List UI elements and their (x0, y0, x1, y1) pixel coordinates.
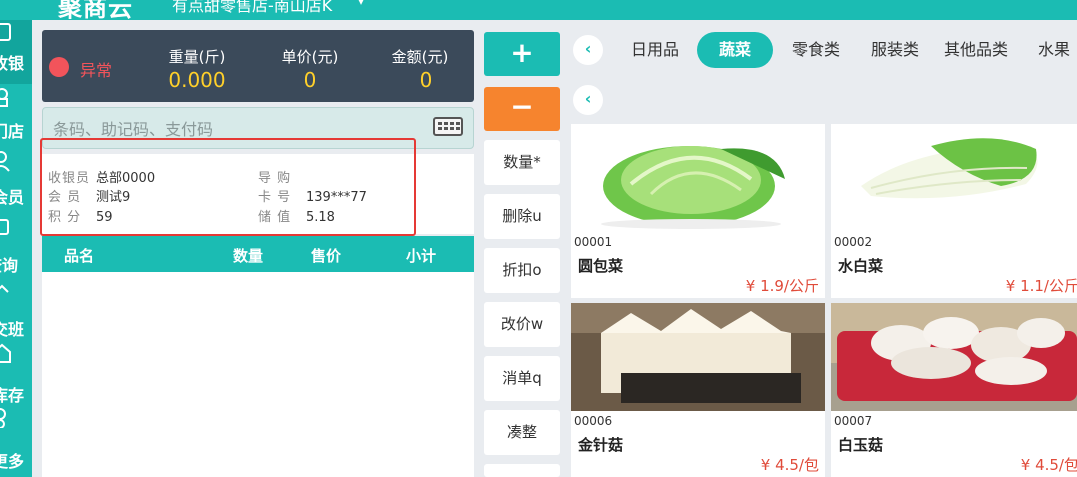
card-row: 卡 号 139***77 (258, 186, 367, 205)
col-name: 品名 (64, 247, 95, 265)
enoki-image (571, 303, 825, 411)
balance-value: 5.18 (306, 210, 335, 225)
discount-button[interactable]: 折扣o (484, 248, 560, 293)
nav-label: 更多 (0, 452, 25, 471)
col-price: 售价 (311, 247, 342, 265)
member-icon (0, 151, 10, 172)
tab-snacks[interactable]: 零食类 (786, 32, 846, 68)
points-row: 积 分 59 (48, 206, 113, 225)
delete-button[interactable]: 删除u (484, 194, 560, 239)
points-key: 积 分 (48, 210, 82, 225)
more-icon (0, 408, 6, 428)
more-action-button[interactable] (484, 464, 560, 477)
product-price: ¥ 4.5/包 (1020, 456, 1077, 474)
store-name[interactable]: 有点甜零售店-南山店K (172, 0, 332, 16)
nav-item-store[interactable]: 门店 (0, 84, 32, 148)
weight-label: 重量(斤) (168, 48, 226, 66)
reduce-quantity-button[interactable]: − (484, 87, 560, 131)
member-key: 会 员 (48, 190, 82, 205)
search-query-icon (0, 219, 9, 235)
guide-row[interactable]: 导 购 (258, 167, 306, 186)
tab-daily-goods[interactable]: 日用品 (625, 32, 685, 68)
product-code: 00001 (574, 235, 613, 249)
checkout-icon (0, 23, 11, 41)
nav-item-inventory[interactable]: 库存 (0, 340, 32, 405)
nav-label: 查询 (0, 256, 19, 275)
nav-item-more[interactable]: 更多 (0, 404, 32, 471)
cashier-row: 收银员 总部0000 (48, 167, 155, 186)
chevron-left-icon[interactable]: ‹ (573, 35, 603, 65)
product-card[interactable]: 00001 圆包菜 ¥ 1.9/公斤 (571, 124, 825, 298)
balance-key: 储 值 (258, 210, 292, 225)
product-code: 00006 (574, 414, 613, 428)
cabbage-image (601, 146, 785, 229)
member-row: 会 员测试9 (48, 186, 130, 205)
nav-label: 门店 (0, 122, 25, 141)
nav-item-checkout[interactable]: 收银 (0, 20, 32, 84)
tab-vegetables[interactable]: 蔬菜 (697, 32, 773, 68)
store-icon (0, 88, 8, 107)
product-name: 白玉菇 (838, 436, 884, 454)
tab-other[interactable]: 其他品类 (940, 32, 1012, 68)
product-name: 金针菇 (578, 436, 624, 454)
card-value: 139***77 (306, 190, 367, 205)
inventory-icon (0, 343, 11, 363)
product-card[interactable]: 00002 水白菜 ¥ 1.1/公斤 (831, 124, 1077, 298)
cart-table-body (42, 272, 474, 477)
nav-label: 会员 (0, 188, 25, 207)
nav-item-member[interactable]: 会员 (0, 148, 32, 212)
change-price-button[interactable]: 改价w (484, 302, 560, 347)
balance-row: 储 值 5.18 (258, 206, 335, 225)
points-value: 59 (96, 210, 113, 225)
nav-label: 交班 (0, 320, 25, 339)
nav-item-shift[interactable]: 交班 (0, 276, 32, 340)
product-price: ¥ 1.1/公斤 (1005, 277, 1077, 295)
barcode-search-input[interactable] (53, 118, 413, 140)
nav-label: 收银 (0, 54, 25, 73)
cancel-order-button[interactable]: 消单q (484, 356, 560, 401)
shift-icon (0, 284, 9, 293)
tab-fruit[interactable]: 水果 (1032, 32, 1076, 68)
weight-value: 0.000 (168, 68, 226, 92)
member-value: 测试9 (96, 190, 131, 205)
product-card[interactable]: 00007 白玉菇 ¥ 4.5/包 (831, 303, 1077, 477)
white-mushroom-image (831, 303, 1077, 411)
product-name: 圆包菜 (578, 257, 624, 275)
cashier-value: 总部0000 (96, 171, 156, 186)
product-price: ¥ 4.5/包 (760, 456, 819, 474)
cashier-key: 收银员 (48, 171, 91, 186)
add-quantity-button[interactable]: + (484, 32, 560, 76)
product-name: 水白菜 (838, 257, 884, 275)
col-subtotal: 小计 (406, 247, 437, 265)
search-box (42, 107, 474, 149)
amount-label: 金额(元) (391, 48, 449, 66)
card-key: 卡 号 (258, 190, 292, 205)
nav-label: 库存 (0, 386, 25, 405)
col-quantity: 数量 (233, 247, 264, 265)
napa-cabbage-image (861, 138, 1038, 199)
sidebar: 收银 门店 会员 查询 交班 库存 更多 (0, 20, 32, 477)
chevron-down-icon[interactable]: ▾ (358, 0, 364, 8)
product-code: 00002 (834, 235, 873, 249)
nav-item-query[interactable]: 查询 (0, 212, 32, 276)
cart-table-header: 品名 数量 售价 小计 (42, 236, 474, 272)
product-price: ¥ 1.9/公斤 (745, 277, 819, 295)
top-bar: 聚商云 有点甜零售店-南山店K ▾ (0, 0, 1077, 20)
round-amount-button[interactable]: 凑整 (484, 410, 560, 455)
app-logo: 聚商云 (58, 0, 133, 20)
scale-status: 异常 (80, 61, 113, 80)
quantity-button[interactable]: 数量* (484, 140, 560, 185)
amount-value: 0 (419, 68, 433, 92)
status-indicator-icon (49, 57, 69, 77)
product-card[interactable]: 00006 金针菇 ¥ 4.5/包 (571, 303, 825, 477)
keyboard-icon[interactable] (433, 117, 463, 136)
tab-clothing[interactable]: 服装类 (864, 32, 926, 68)
guide-key: 导 购 (258, 171, 292, 186)
chevron-left-icon[interactable]: ‹ (573, 85, 603, 115)
product-code: 00007 (834, 414, 873, 428)
unit-price-label: 单价(元) (281, 48, 339, 66)
unit-price-value: 0 (303, 68, 317, 92)
